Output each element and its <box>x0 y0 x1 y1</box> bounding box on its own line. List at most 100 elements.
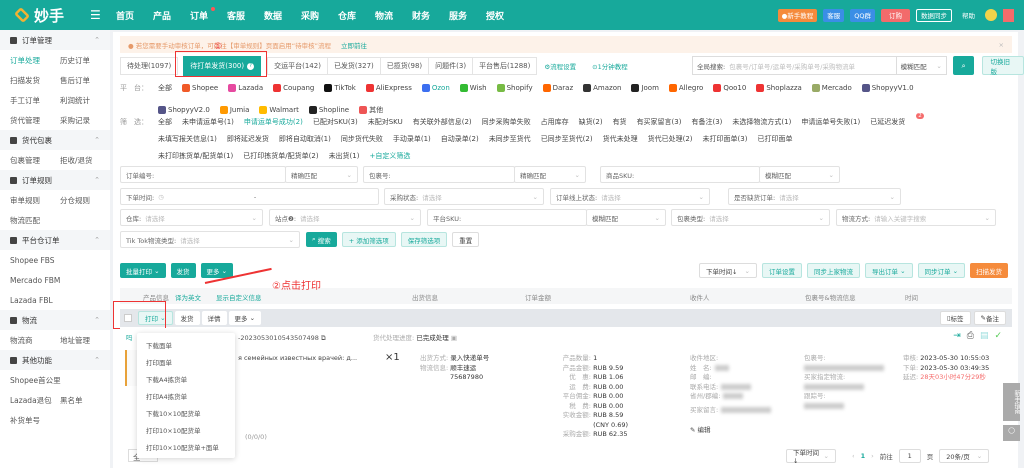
platform-15[interactable]: Mercado <box>811 84 852 92</box>
sidebar-item[interactable]: 审单规则 <box>10 195 60 206</box>
tab-link-0[interactable]: ⚙流程设置 <box>536 61 584 71</box>
tab-link-1[interactable]: ⊙1分钟教程 <box>584 61 636 71</box>
screen-filter-10[interactable]: 有买家留言(3) <box>637 117 682 127</box>
print-menu-item-4[interactable]: 下载10×10配货单 <box>137 404 235 421</box>
screen-filter-15[interactable]: 未填写报关信息(1) <box>158 134 217 144</box>
chevron-up-icon[interactable]: ⌃ <box>94 176 100 184</box>
platform-4[interactable]: TikTok <box>324 84 356 92</box>
sidebar-group-3[interactable]: 平台仓订单 ⌃ <box>0 230 110 250</box>
nav-item-7[interactable]: 物流 <box>375 9 412 22</box>
screen-filter-27[interactable]: 未打印拣货单/配货单(1) <box>158 151 233 161</box>
sidebar-item[interactable]: Lazada退包 <box>10 395 60 406</box>
search-button[interactable]: ⌕ <box>952 56 975 75</box>
reset-button[interactable]: 重置 <box>452 232 480 247</box>
nav-item-4[interactable]: 数据 <box>264 9 301 22</box>
platform-18[interactable]: Jumia <box>219 106 249 114</box>
qq-group-button[interactable]: QQ群 <box>850 8 875 22</box>
platform-21[interactable]: 其他 <box>359 105 383 115</box>
nav-item-3[interactable]: 客服 <box>227 9 264 22</box>
notification-icon[interactable] <box>1003 8 1014 22</box>
remark-button[interactable]: ✎ 备注 <box>973 311 1006 325</box>
sidebar-item[interactable]: 订单处理 <box>10 55 60 66</box>
logistics-method-select[interactable]: 物流方式: 请输入关键字搜索 ⌄ <box>836 209 996 226</box>
package-no-input[interactable]: 包裹号: <box>363 166 515 183</box>
nav-item-10[interactable]: 授权 <box>486 9 523 22</box>
screen-filter-26[interactable]: 已打印面单 <box>757 134 792 144</box>
warehouse-select[interactable]: 仓库: 请选择 ⌄ <box>120 209 263 226</box>
goto-page-input[interactable]: 1 <box>898 449 921 463</box>
platform-19[interactable]: Walmart <box>259 106 299 114</box>
screen-filter-3[interactable]: 已配对SKU(3) <box>313 117 358 127</box>
tab-0[interactable]: 待处理(1097) <box>120 57 179 75</box>
screen-filter-1[interactable]: 未申请运单号(1) <box>182 117 234 127</box>
chevron-up-icon[interactable]: ⌃ <box>94 316 100 324</box>
sidebar-item[interactable]: Lazada FBL <box>10 296 62 305</box>
sidebar-item[interactable]: 补货单号 <box>10 415 62 426</box>
package-no-match-select[interactable]: 精确匹配 ⌄ <box>514 166 586 183</box>
chevron-up-icon[interactable]: ⌃ <box>94 356 100 364</box>
screen-filter-13[interactable]: 申请运单号失败(1) <box>801 117 860 127</box>
screen-filter-0[interactable]: 全部 <box>158 117 172 127</box>
beginner-guide-button[interactable]: 新手指南 <box>1003 383 1020 421</box>
sync-orders-button[interactable]: 同步订单 ⌄ <box>917 263 966 278</box>
match-select[interactable]: 模糊匹配 ⌄ <box>895 56 947 75</box>
custom-info-toggle[interactable]: 显示自定义信息 <box>216 292 262 302</box>
sku-match-select[interactable]: 模糊匹配 ⌄ <box>759 166 840 183</box>
order-no-match-select[interactable]: 精确匹配 ⌄ <box>285 166 358 183</box>
page-1[interactable]: 1 <box>861 452 866 460</box>
print-menu-item-3[interactable]: 打印A4拣货单 <box>137 387 235 404</box>
print-menu-item-0[interactable]: 下载面单 <box>137 336 235 353</box>
online-status-select[interactable]: 订单线上状态: 请选择 ⌄ <box>550 188 710 205</box>
platform-13[interactable]: Qoo10 <box>713 84 746 92</box>
screen-filter-6[interactable]: 同步采购单失败 <box>482 117 531 127</box>
screen-filter-9[interactable]: 有货 <box>613 117 627 127</box>
screen-filter-18[interactable]: 同步货代失败 <box>341 134 383 144</box>
sidebar-item[interactable]: Shopee首公里 <box>10 375 90 386</box>
batch-ship-button[interactable]: 发货 <box>170 263 196 278</box>
batch-print-button[interactable]: 批量打印 ⌄ <box>120 263 166 278</box>
platform-9[interactable]: Daraz <box>542 84 573 92</box>
sidebar-item[interactable]: 采购记录 <box>60 115 110 126</box>
screen-filter-5[interactable]: 有关联外部信息(2) <box>413 117 472 127</box>
close-icon[interactable]: × <box>999 41 1004 49</box>
package-type-select[interactable]: 包裹类型: 请选择 ⌄ <box>671 209 830 226</box>
sidebar-item[interactable]: 货代管理 <box>10 115 60 126</box>
global-search-input[interactable]: 包裹号/订单号/运单号/采购单号/采购物流单 <box>729 61 855 71</box>
add-filter-button[interactable]: + 添加筛选项 <box>341 232 396 247</box>
out-of-stock-select[interactable]: 是否缺货订单: 请选择 ⌄ <box>728 188 901 205</box>
service-button[interactable]: 客服 <box>823 8 845 22</box>
next-page-icon[interactable]: › <box>871 452 874 460</box>
sidebar-group-5[interactable]: 其他功能 ⌃ <box>0 350 110 370</box>
screen-filter-11[interactable]: 有备注(3) <box>691 117 722 127</box>
screen-filter-14[interactable]: 已延迟发货 <box>870 117 905 127</box>
product-title[interactable]: я семейных известных врачей: д... <box>238 354 357 364</box>
screen-filter-20[interactable]: 自动录单(2) <box>441 134 479 144</box>
sidebar-item[interactable]: 地址管理 <box>60 335 110 346</box>
print-menu-item-1[interactable]: 打印面单 <box>137 353 235 370</box>
sidebar-item[interactable]: 扫描发货 <box>10 75 60 86</box>
screen-filter-30[interactable]: +自定义筛选 <box>369 151 410 161</box>
screen-filter-8[interactable]: 缺货(2) <box>579 117 603 127</box>
sidebar-item[interactable]: 手工订单 <box>10 95 60 106</box>
print-menu-item-6[interactable]: 打印10×10配货单+面单 <box>137 438 235 455</box>
clipboard-icon[interactable]: ▤ <box>980 331 989 341</box>
ship-button[interactable]: 发货 <box>174 311 200 325</box>
notice-link[interactable]: 立即前往 <box>341 40 367 50</box>
platform-17[interactable]: ShopyyV2.0 <box>158 106 210 114</box>
edit-receiver-button[interactable]: ✎ 编辑 <box>690 426 711 436</box>
more-button[interactable]: 更多 ⌄ <box>200 263 234 278</box>
nav-item-2[interactable]: 订单 <box>190 6 227 22</box>
screen-filter-4[interactable]: 未配对SKU <box>368 117 403 127</box>
order-number[interactable]: -20230530105435074​98 ⧉ <box>238 334 326 344</box>
tab-6[interactable]: 平台售后(1288) <box>472 57 538 75</box>
tutorial-button[interactable]: ●新手教程 <box>777 8 818 22</box>
tab-4[interactable]: 已揽货(98) <box>379 57 430 75</box>
switch-old-version-button[interactable]: 切换旧版 <box>982 56 1024 76</box>
sidebar-item[interactable]: 售后订单 <box>60 75 110 86</box>
sidebar-group-4[interactable]: 物流 ⌃ <box>0 310 110 330</box>
platform-16[interactable]: ShopyyV1.0 <box>861 84 914 92</box>
tag-button[interactable]: ▯ 标签 <box>939 311 971 325</box>
tiktok-logistics-type-select[interactable]: Tik Tok物流类型: 请选择 ⌄ <box>120 231 300 248</box>
screen-filter-24[interactable]: 货代已处理(2) <box>648 134 693 144</box>
screen-filter-17[interactable]: 即将自动取消(1) <box>279 134 331 144</box>
